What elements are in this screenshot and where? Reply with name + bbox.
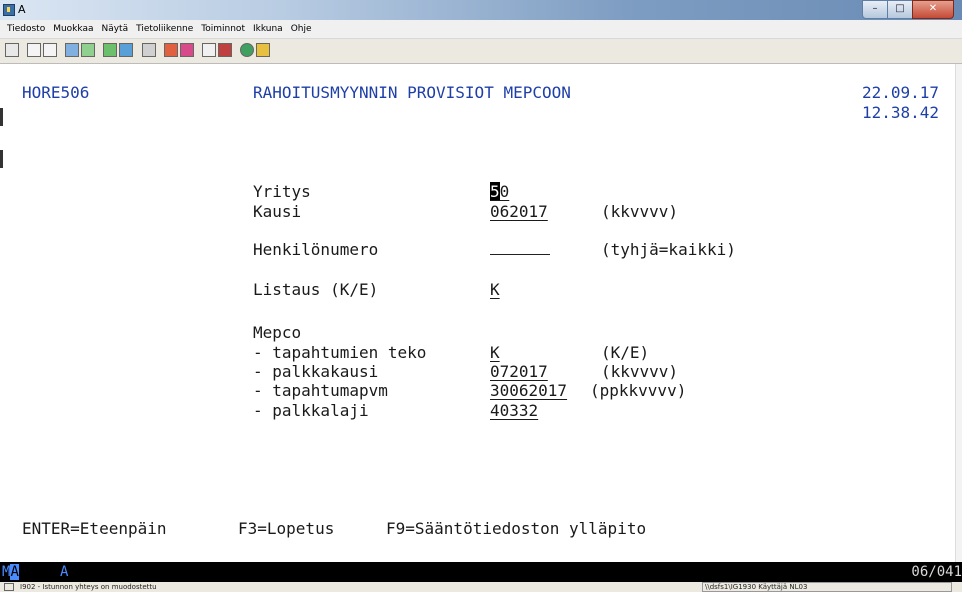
- kausi-field[interactable]: 062017: [490, 202, 548, 222]
- program-id: HORE506: [22, 83, 90, 102]
- vertical-scrollbar[interactable]: [955, 64, 962, 562]
- listaus-field[interactable]: K: [490, 280, 500, 300]
- menu-tietoliikenne[interactable]: Tietoliikenne: [133, 24, 196, 34]
- menu-tiedosto[interactable]: Tiedosto: [4, 24, 48, 34]
- receive-icon[interactable]: [81, 43, 95, 57]
- tapahtumapvm-field[interactable]: 30062017: [490, 381, 567, 401]
- connection-icon: [4, 583, 14, 591]
- screen-date: 22.09.17: [862, 83, 940, 102]
- fkey-f3[interactable]: F3=Lopetus: [238, 519, 334, 539]
- henkilonumero-input[interactable]: [490, 240, 550, 255]
- app-icon[interactable]: [3, 4, 15, 16]
- fkey-f9[interactable]: F9=Sääntötiedoston ylläpito: [386, 519, 646, 539]
- maximize-button[interactable]: □: [887, 0, 913, 19]
- globe-icon[interactable]: [240, 43, 254, 57]
- palkkalaji-label: - palkkalaji: [253, 401, 369, 420]
- yritys-label: Yritys: [253, 182, 311, 201]
- macro-record-icon[interactable]: [218, 43, 232, 57]
- tapahtumapvm-label: - tapahtumapvm: [253, 381, 388, 400]
- window-title-bar[interactable]: A – □ ✕: [0, 0, 962, 20]
- tapahtumapvm-hint: (ppkkvvvv): [590, 381, 687, 400]
- yritys-value: 0: [499, 182, 510, 201]
- kausi-label: Kausi: [253, 202, 302, 221]
- mode-indicator: MA: [2, 564, 19, 580]
- tapahtumien-teko-label: - tapahtumien teko: [253, 343, 427, 362]
- menu-nayta[interactable]: Näytä: [98, 24, 131, 34]
- paste-icon[interactable]: [43, 43, 57, 57]
- keyboard-icon[interactable]: [103, 43, 117, 57]
- henkilonumero-hint: (tyhjä=kaikki): [601, 240, 736, 259]
- window-title: A: [18, 3, 26, 16]
- menu-ikkuna[interactable]: Ikkuna: [250, 24, 286, 34]
- palkkakausi-label: - palkkakausi: [253, 362, 379, 381]
- screen-icon[interactable]: [5, 43, 19, 57]
- tapahtumien-teko-hint: (K/E): [601, 343, 650, 362]
- info-bar: I902 - Istunnon yhteys on muodostettu \\…: [0, 582, 962, 592]
- tapahtumien-teko-field[interactable]: K: [490, 343, 500, 363]
- print-icon[interactable]: [142, 43, 156, 57]
- menu-toiminnot[interactable]: Toiminnot: [198, 24, 248, 34]
- mode-highlight: A: [10, 564, 19, 580]
- yritys-field[interactable]: 50: [490, 182, 509, 202]
- toolbar: [0, 39, 962, 64]
- session-path: \\dsfs1\IG1930 Käyttäjä NL03: [702, 582, 952, 592]
- edge-marker: [0, 108, 3, 126]
- listaus-label: Listaus (K/E): [253, 280, 379, 299]
- session-indicator: A: [60, 564, 69, 580]
- status-bar: MA A 06/041: [0, 562, 962, 582]
- text-cursor: 5: [490, 182, 500, 201]
- screen-title: RAHOITUSMYYNNIN PROVISIOT MEPCOON: [253, 83, 571, 102]
- send-icon[interactable]: [65, 43, 79, 57]
- palkkakausi-field[interactable]: 072017: [490, 362, 548, 382]
- menu-muokkaa[interactable]: Muokkaa: [50, 24, 96, 34]
- connection-message: I902 - Istunnon yhteys on muodostettu: [20, 583, 157, 591]
- edge-marker: [0, 150, 3, 168]
- kausi-hint: (kkvvvv): [601, 202, 679, 221]
- copy-icon[interactable]: [27, 43, 41, 57]
- color-icon[interactable]: [164, 43, 178, 57]
- henkilonumero-field[interactable]: [490, 240, 550, 260]
- palkkakausi-hint: (kkvvvv): [601, 362, 679, 381]
- henkilonumero-label: Henkilönumero: [253, 240, 379, 259]
- menu-ohje[interactable]: Ohje: [288, 24, 315, 34]
- macro-play-icon[interactable]: [202, 43, 216, 57]
- minimize-button[interactable]: –: [862, 0, 888, 19]
- palette-icon[interactable]: [180, 43, 194, 57]
- terminal-screen[interactable]: HORE506 RAHOITUSMYYNNIN PROVISIOT MEPCOO…: [0, 64, 962, 562]
- palkkalaji-field[interactable]: 40332: [490, 401, 538, 421]
- close-button[interactable]: ✕: [912, 0, 954, 19]
- cursor-position: 06/041: [911, 564, 962, 580]
- fkey-enter[interactable]: ENTER=Eteenpäin: [22, 519, 167, 539]
- menu-bar: Tiedosto Muokkaa Näytä Tietoliikenne Toi…: [0, 20, 962, 39]
- mepco-label: Mepco: [253, 323, 302, 342]
- display-icon[interactable]: [119, 43, 133, 57]
- screen-time: 12.38.42: [862, 103, 940, 122]
- edit-icon[interactable]: [256, 43, 270, 57]
